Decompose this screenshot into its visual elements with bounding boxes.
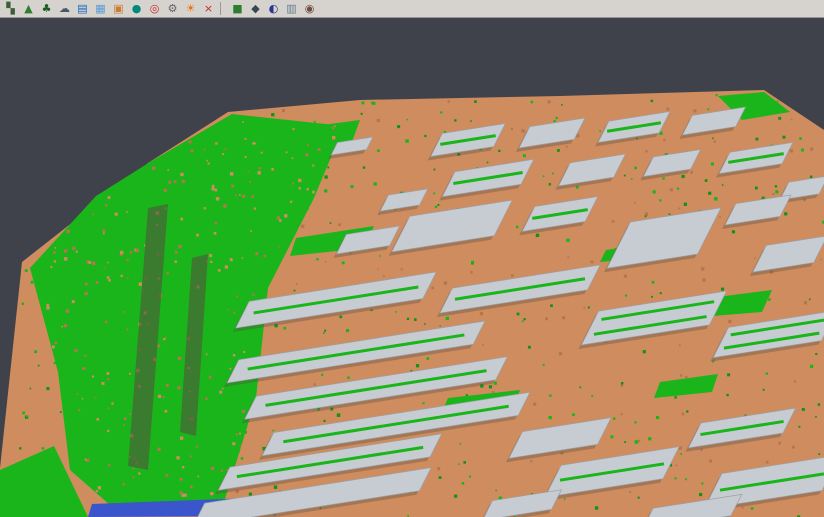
cube-icon: ▣ [113, 1, 123, 16]
trees-icon-button[interactable]: ♣ [38, 1, 55, 16]
swatch-icon-button[interactable]: ■ [229, 1, 246, 16]
terrain-icon: ▲ [24, 1, 32, 16]
cloud-icon-button[interactable]: ☁ [56, 1, 73, 16]
camera-icon-button[interactable]: ◉ [301, 1, 318, 16]
cloud-icon: ☁ [59, 1, 70, 16]
globe-icon: ● [132, 1, 142, 16]
box-icon-button[interactable]: ◆ [247, 1, 264, 16]
gear-icon-button[interactable]: ⚙ [164, 1, 181, 16]
layers-icon: ▤ [77, 1, 87, 16]
toolbar-separator [220, 2, 225, 15]
close-icon: × [204, 1, 213, 16]
toolbar: ▚ ▲ ♣ ☁ ▤ ▦ ▣ ● ◎ ⚙ ☀ × ■ ◆ ◐ ▥ ◉ [0, 0, 824, 18]
table-icon: ▥ [286, 1, 296, 16]
camera-icon: ◉ [305, 1, 315, 16]
globe-icon-button[interactable]: ● [128, 1, 145, 16]
terrain-icon-button[interactable]: ▲ [20, 1, 37, 16]
grid-icon-button[interactable]: ▦ [92, 1, 109, 16]
box-icon: ◆ [251, 1, 259, 16]
close-icon-button[interactable]: × [200, 1, 217, 16]
viewport-3d[interactable] [0, 18, 824, 517]
layers-icon-button[interactable]: ▤ [74, 1, 91, 16]
target-icon-button[interactable]: ◎ [146, 1, 163, 16]
world-icon-button[interactable]: ◐ [265, 1, 282, 16]
swatch-icon: ■ [232, 1, 242, 16]
world-icon: ◐ [269, 1, 279, 16]
gear-icon: ⚙ [168, 1, 178, 16]
target-icon: ◎ [150, 1, 160, 16]
flag-icon: ▚ [6, 1, 14, 16]
trees-icon: ♣ [42, 1, 52, 16]
table-icon-button[interactable]: ▥ [283, 1, 300, 16]
grid-icon: ▦ [95, 1, 105, 16]
sun-icon-button[interactable]: ☀ [182, 1, 199, 16]
sun-icon: ☀ [186, 1, 196, 16]
pointcloud-scene [0, 18, 824, 517]
cube-icon-button[interactable]: ▣ [110, 1, 127, 16]
application-window: ▚ ▲ ♣ ☁ ▤ ▦ ▣ ● ◎ ⚙ ☀ × ■ ◆ ◐ ▥ ◉ [0, 0, 824, 517]
flag-icon-button[interactable]: ▚ [2, 1, 19, 16]
